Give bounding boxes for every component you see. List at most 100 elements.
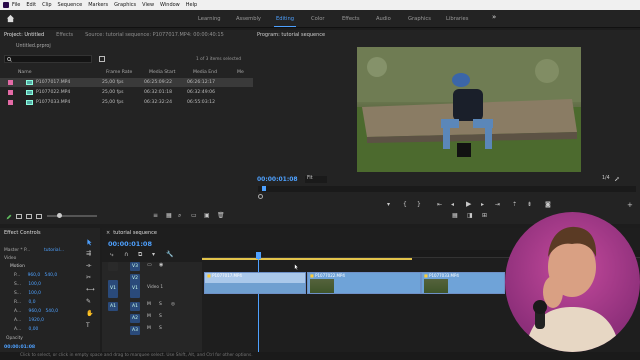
work-area-bar[interactable] bbox=[202, 258, 412, 260]
toggle-track-output-v3-icon[interactable]: ◉ bbox=[159, 262, 163, 268]
menu-graphics[interactable]: Graphics bbox=[114, 2, 136, 8]
resolution-dropdown[interactable]: 1/4 bbox=[602, 176, 610, 181]
new-bin-from-search-icon[interactable] bbox=[99, 56, 105, 62]
tab-project[interactable]: Project: Untitled bbox=[4, 32, 44, 38]
program-playhead[interactable] bbox=[262, 186, 266, 191]
close-tab-icon[interactable]: × bbox=[106, 230, 110, 236]
freeform-view-icon[interactable] bbox=[36, 214, 42, 219]
column-more[interactable]: Me bbox=[237, 70, 244, 75]
program-scrubber[interactable] bbox=[258, 186, 636, 192]
export-frame-icon[interactable]: ◙ bbox=[545, 201, 551, 208]
mark-in-icon[interactable]: { bbox=[403, 201, 407, 208]
opacity-label[interactable]: Opacity bbox=[6, 336, 23, 341]
go-to-out-icon[interactable]: ⇥ bbox=[495, 201, 500, 208]
icon-view-icon[interactable] bbox=[26, 214, 32, 219]
razor-tool-icon[interactable]: ✂ bbox=[86, 274, 91, 281]
param-value[interactable]: 100,0 bbox=[28, 282, 41, 287]
source-patch-v3[interactable] bbox=[108, 262, 118, 271]
solo-a2-icon[interactable]: S bbox=[159, 314, 162, 319]
column-name[interactable]: Name bbox=[0, 70, 106, 75]
program-timecode[interactable]: 00:00:01:08 bbox=[257, 176, 298, 183]
automate-icon[interactable]: ▦ bbox=[166, 212, 172, 219]
param-value-2[interactable]: 540,0 bbox=[46, 309, 59, 314]
timeline-clip-video[interactable]: P1077033.MP4 bbox=[421, 272, 505, 294]
track-select-tool-icon[interactable]: ⇶ bbox=[86, 250, 91, 257]
program-monitor-title[interactable]: Program: tutorial sequence bbox=[257, 32, 325, 38]
sort-icon[interactable]: ≡ bbox=[153, 212, 158, 219]
workspace-tab-editing[interactable]: Editing bbox=[273, 16, 297, 27]
toggle-sync-lock-v3-icon[interactable]: ▭ bbox=[147, 262, 152, 268]
column-frame-rate[interactable]: Frame Rate bbox=[106, 70, 149, 75]
column-media-start[interactable]: Media Start bbox=[149, 70, 193, 75]
timeline-sequence-title[interactable]: tutorial sequence bbox=[113, 230, 157, 236]
motion-label[interactable]: Motion bbox=[10, 264, 25, 269]
menu-markers[interactable]: Markers bbox=[88, 2, 108, 8]
track-target-v1[interactable]: V1 bbox=[130, 280, 140, 298]
slip-tool-icon[interactable]: ⟷ bbox=[86, 286, 95, 293]
pen-tool-icon[interactable]: ✎ bbox=[86, 298, 91, 305]
step-back-icon[interactable]: ◂ bbox=[451, 201, 454, 208]
zoom-slider-handle[interactable] bbox=[57, 213, 62, 218]
source-patch-v1[interactable]: V1 bbox=[108, 280, 118, 298]
source-label[interactable]: Source: tutorial sequence: P1077017.MP4:… bbox=[85, 32, 224, 38]
insert-icon[interactable]: ▦ bbox=[452, 212, 458, 219]
effect-controls-sequence[interactable]: tutorial... bbox=[44, 248, 64, 253]
add-marker-icon[interactable]: ▾ bbox=[387, 201, 390, 208]
new-item-icon[interactable]: ▣ bbox=[204, 212, 210, 219]
new-bin-icon[interactable]: ▭ bbox=[191, 212, 197, 219]
workspace-tab-graphics[interactable]: Graphics bbox=[408, 16, 431, 22]
add-marker-timeline-icon[interactable]: ▾ bbox=[152, 251, 155, 258]
voice-record-a1-icon[interactable]: ◎ bbox=[171, 302, 175, 307]
workspace-tab-color[interactable]: Color bbox=[311, 16, 325, 22]
mute-a2-icon[interactable]: M bbox=[147, 314, 151, 319]
comparison-view-icon[interactable]: ⊞ bbox=[482, 212, 487, 219]
linked-selection-icon[interactable]: ⧉ bbox=[138, 251, 142, 259]
source-patch-a1[interactable]: A1 bbox=[108, 302, 118, 311]
find-icon[interactable]: ⌕ bbox=[178, 212, 181, 220]
ripple-edit-tool-icon[interactable]: ⟛ bbox=[86, 262, 91, 270]
timeline-clip-video[interactable]: P1077017.MP4 bbox=[204, 272, 306, 294]
menu-clip[interactable]: Clip bbox=[42, 2, 51, 8]
timeline-timecode[interactable]: 00:00:01:08 bbox=[108, 240, 152, 248]
workspace-tab-effects[interactable]: Effects bbox=[342, 16, 360, 22]
workspace-tab-assembly[interactable]: Assembly bbox=[236, 16, 261, 22]
project-search-input[interactable] bbox=[4, 55, 92, 63]
timeline-settings-icon[interactable]: 🔧 bbox=[166, 251, 173, 258]
track-target-a2[interactable]: A2 bbox=[130, 314, 140, 323]
trash-icon[interactable]: 🗑 bbox=[217, 212, 225, 219]
mute-a1-icon[interactable]: M bbox=[147, 302, 151, 307]
solo-a3-icon[interactable]: S bbox=[159, 326, 162, 331]
button-editor-plus-icon[interactable]: + bbox=[627, 201, 633, 209]
track-target-a1[interactable]: A1 bbox=[130, 302, 140, 311]
param-value[interactable]: 100,0 bbox=[28, 291, 41, 296]
param-value[interactable]: 1920,0 bbox=[29, 318, 44, 323]
go-to-in-icon[interactable]: ⇤ bbox=[437, 201, 442, 208]
menu-edit[interactable]: Edit bbox=[26, 2, 36, 8]
timeline-clip-video[interactable]: P1077022.MP4 bbox=[307, 272, 421, 294]
hand-tool-icon[interactable]: ✋ bbox=[86, 310, 93, 317]
track-target-v3[interactable]: V3 bbox=[130, 262, 140, 271]
solo-a1-icon[interactable]: S bbox=[159, 302, 162, 307]
zoom-slider[interactable] bbox=[47, 213, 97, 218]
overwrite-icon[interactable]: ◨ bbox=[467, 212, 473, 219]
param-value-2[interactable]: 540,0 bbox=[45, 273, 58, 278]
home-icon[interactable] bbox=[6, 14, 15, 23]
play-icon[interactable]: ▶ bbox=[466, 200, 471, 208]
project-row[interactable]: P1077022.MP4 25,00 fps 06:32:01:18 06:32… bbox=[0, 88, 253, 97]
workspace-tab-learning[interactable]: Learning bbox=[198, 16, 221, 22]
fit-dropdown[interactable]: Fit bbox=[305, 176, 327, 183]
workspace-tab-audio[interactable]: Audio bbox=[376, 16, 391, 22]
workspace-tab-libraries[interactable]: Libraries bbox=[446, 16, 468, 22]
extract-icon[interactable]: ⇟ bbox=[527, 201, 532, 208]
menu-sequence[interactable]: Sequence bbox=[58, 2, 83, 8]
menu-help[interactable]: Help bbox=[186, 2, 197, 8]
lift-icon[interactable]: ⇡ bbox=[512, 201, 517, 208]
pencil-icon[interactable] bbox=[6, 214, 12, 220]
step-forward-icon[interactable]: ▸ bbox=[481, 201, 484, 208]
menu-file[interactable]: File bbox=[12, 2, 20, 8]
zoom-handle-icon[interactable] bbox=[258, 194, 263, 199]
workspace-more-button[interactable]: » bbox=[492, 13, 496, 21]
effect-controls-timecode[interactable]: 00:00:01:08 bbox=[4, 345, 35, 350]
column-media-end[interactable]: Media End bbox=[193, 70, 237, 75]
track-target-a3[interactable]: A3 bbox=[130, 326, 140, 335]
